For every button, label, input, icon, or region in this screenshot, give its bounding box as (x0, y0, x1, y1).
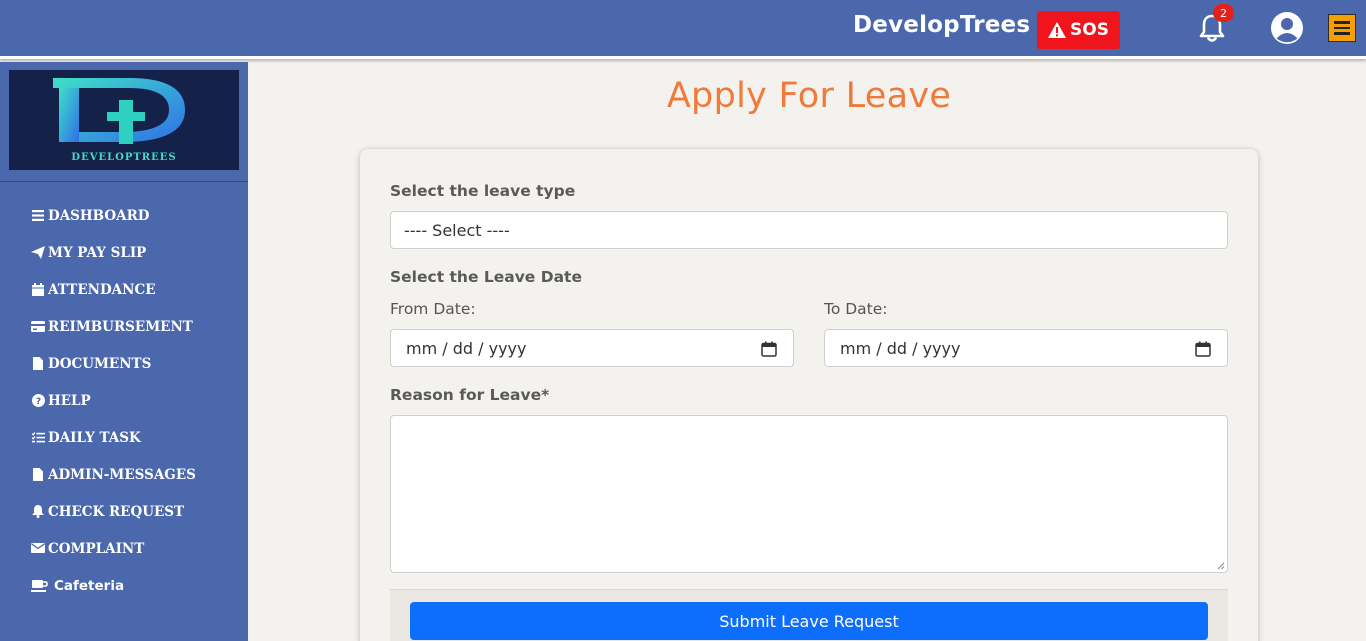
sidebar-item-reimbursement[interactable]: REIMBURSEMENT (30, 319, 196, 356)
sidebar-item-dashboard[interactable]: DASHBOARD (30, 208, 196, 245)
leave-type-label: Select the leave type (390, 182, 576, 200)
hamburger-icon-line (1334, 21, 1350, 24)
warning-icon (1048, 22, 1067, 38)
bell-icon (30, 504, 46, 518)
leave-date-label: Select the Leave Date (390, 268, 582, 286)
logo-wordmark: DEVELOPTREES (71, 152, 176, 163)
sos-label: SOS (1070, 20, 1109, 40)
sidebar-item-complaint[interactable]: COMPLAINT (30, 541, 196, 578)
sidebar-item-cafeteria[interactable]: Cafeteria (30, 578, 196, 615)
sidebar-item-label: DASHBOARD (48, 208, 150, 224)
sidebar-item-my-pay-slip[interactable]: MY PAY SLIP (30, 245, 196, 282)
leave-type-selected-value: ---- Select ---- (404, 220, 510, 240)
calendar-icon (30, 282, 46, 296)
sidebar-item-admin-messages[interactable]: ADMIN-MESSAGES (30, 467, 196, 504)
list-icon (30, 208, 46, 222)
from-date-label: From Date: (390, 300, 476, 318)
submit-leave-request-button[interactable]: Submit Leave Request (410, 602, 1208, 640)
hamburger-icon-line (1334, 26, 1350, 30)
credit-card-icon (30, 319, 46, 333)
resize-handle-icon[interactable] (1217, 562, 1225, 570)
to-date-label: To Date: (824, 300, 888, 318)
leave-type-select[interactable]: ---- Select ---- (390, 211, 1228, 249)
sidebar-item-label: ATTENDANCE (48, 282, 156, 298)
file-icon (30, 356, 46, 370)
svg-text:?: ? (35, 397, 40, 407)
page-title: Apply For Leave (666, 76, 952, 116)
sidebar-nav: DASHBOARD MY PAY SLIP ATTENDANCE REIMBUR… (30, 208, 196, 615)
sidebar-item-daily-task[interactable]: DAILY TASK (30, 430, 196, 467)
sidebar-divider (0, 181, 248, 182)
notification-count-badge: 2 (1213, 4, 1234, 22)
sos-button[interactable]: SOS (1037, 11, 1120, 49)
developtrees-logo: DEVELOPTREES (53, 78, 185, 163)
sidebar-item-label: CHECK REQUEST (48, 504, 185, 520)
to-date-input[interactable]: mm / dd / yyyy (824, 329, 1228, 367)
envelope-icon (30, 541, 46, 555)
reason-label: Reason for Leave* (390, 386, 550, 404)
sidebar-item-label: DAILY TASK (48, 430, 141, 446)
sidebar-item-label: REIMBURSEMENT (48, 319, 193, 335)
sidebar-item-help[interactable]: ? HELP (30, 393, 196, 430)
sidebar: DEVELOPTREES DASHBOARD MY PAY SLIP ATTEN… (0, 62, 248, 641)
sidebar-item-label: Cafeteria (54, 578, 125, 594)
top-navbar: DevelopTrees SOS 2 (0, 0, 1366, 59)
sidebar-item-documents[interactable]: DOCUMENTS (30, 356, 196, 393)
user-profile-button[interactable] (1270, 11, 1304, 45)
to-date-placeholder: mm / dd / yyyy (840, 338, 961, 358)
from-date-input[interactable]: mm / dd / yyyy (390, 329, 794, 367)
sidebar-item-check-request[interactable]: CHECK REQUEST (30, 504, 196, 541)
from-date-placeholder: mm / dd / yyyy (406, 338, 527, 358)
file-icon (30, 467, 46, 481)
hamburger-icon-line (1334, 32, 1350, 35)
sidebar-item-label: HELP (48, 393, 91, 409)
task-list-icon (30, 430, 46, 444)
hamburger-menu-button[interactable] (1328, 14, 1356, 42)
sidebar-item-label: MY PAY SLIP (48, 245, 147, 261)
coffee-icon (30, 578, 48, 592)
sidebar-item-label: ADMIN-MESSAGES (48, 467, 196, 483)
sidebar-item-label: DOCUMENTS (48, 356, 152, 372)
calendar-icon[interactable] (1195, 341, 1211, 357)
question-circle-icon: ? (30, 393, 46, 407)
brand-name[interactable]: DevelopTrees (853, 12, 1030, 38)
user-circle-icon (1271, 12, 1303, 44)
reason-textarea[interactable] (390, 415, 1228, 573)
sidebar-item-label: COMPLAINT (48, 541, 145, 557)
paper-plane-icon (30, 245, 46, 259)
calendar-icon[interactable] (761, 341, 777, 357)
company-logo[interactable]: DEVELOPTREES (9, 70, 239, 170)
sidebar-item-attendance[interactable]: ATTENDANCE (30, 282, 196, 319)
